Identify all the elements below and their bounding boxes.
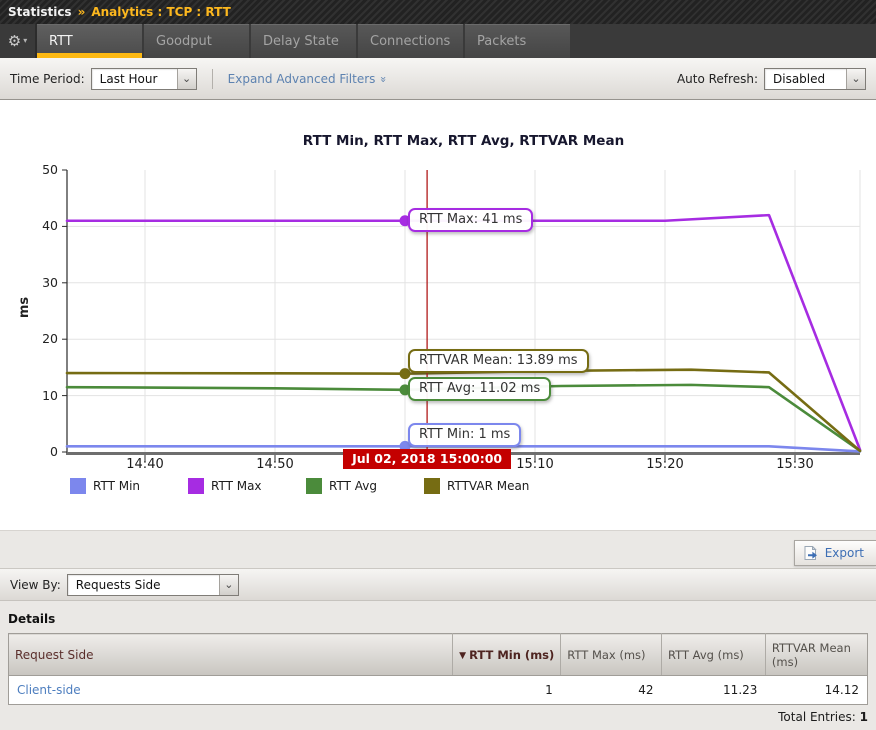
tab-goodput[interactable]: Goodput	[144, 24, 249, 58]
total-entries: Total Entries: 1	[8, 710, 868, 724]
gear-icon: ⚙	[8, 34, 21, 49]
sort-desc-icon: ▼	[459, 651, 466, 661]
auto-refresh-value: Disabled	[765, 69, 846, 89]
chart-title: RTT Min, RTT Max, RTT Avg, RTTVAR Mean	[67, 133, 860, 149]
tab-label: Connections	[370, 34, 450, 49]
cell-rtt-min: 1	[453, 676, 561, 705]
x-axis-tick-label: 15:20	[646, 457, 683, 472]
column-header-rttvar-mean[interactable]: RTTVAR Mean (ms)	[765, 634, 867, 676]
export-label: Export	[825, 546, 864, 560]
tab-label: Delay State	[263, 34, 339, 49]
tooltip-rtt-max: RTT Max: 41 ms	[408, 208, 533, 232]
tab-connections[interactable]: Connections	[358, 24, 463, 58]
expand-advanced-filters-link[interactable]: Expand Advanced Filters»	[228, 72, 387, 86]
tab-bar: ⚙ ▾ RTT Goodput Delay State Connections …	[0, 24, 876, 58]
cell-rtt-avg: 11.23	[662, 676, 766, 705]
filter-bar: Time Period: Last Hour ⌄ Expand Advanced…	[0, 58, 876, 100]
selected-datetime-badge: Jul 02, 2018 15:00:00	[343, 449, 511, 469]
view-by-select[interactable]: Requests Side ⌄	[67, 574, 239, 596]
expand-chevrons-icon: »	[377, 76, 390, 83]
view-by-label: View By:	[10, 578, 61, 592]
view-by-bar: View By: Requests Side ⌄	[0, 568, 876, 601]
breadcrumb-section[interactable]: Statistics	[8, 5, 72, 19]
breadcrumb-path: Analytics : TCP : RTT	[91, 5, 230, 19]
y-axis-tick-label: 50	[0, 162, 58, 177]
tab-delay-state[interactable]: Delay State	[251, 24, 356, 58]
tab-packets[interactable]: Packets	[465, 24, 570, 58]
column-header-rtt-max[interactable]: RTT Max (ms)	[561, 634, 662, 676]
active-tab-underline	[37, 53, 142, 58]
column-header-rtt-avg[interactable]: RTT Avg (ms)	[662, 634, 766, 676]
view-by-value: Requests Side	[68, 575, 219, 595]
legend-swatch-rtt-max	[188, 478, 204, 494]
auto-refresh-label: Auto Refresh:	[677, 72, 758, 86]
legend-item-rtt-avg: RTT Avg	[306, 478, 377, 494]
legend-item-rtt-max: RTT Max	[188, 478, 262, 494]
y-axis-label: ms	[17, 297, 32, 318]
details-heading: Details	[8, 612, 868, 626]
cell-rtt-max: 42	[561, 676, 662, 705]
total-entries-value: 1	[860, 710, 868, 724]
x-axis-tick-label: 14:50	[256, 457, 293, 472]
time-period-label: Time Period:	[10, 72, 85, 86]
select-caret-icon: ⌄	[177, 69, 196, 89]
breadcrumb-separator-icon: »	[78, 5, 86, 19]
client-side-link[interactable]: Client-side	[17, 683, 81, 697]
export-button[interactable]: Export	[794, 540, 876, 566]
column-header-rtt-min[interactable]: ▼RTT Min (ms)	[453, 634, 561, 676]
tab-rtt[interactable]: RTT	[37, 24, 142, 58]
legend-swatch-rtt-avg	[306, 478, 322, 494]
tooltip-rttvar-mean: RTTVAR Mean: 13.89 ms	[408, 349, 589, 373]
export-band: Export	[0, 531, 876, 568]
x-axis-tick-label: 15:10	[516, 457, 553, 472]
tab-label: RTT	[49, 34, 73, 49]
export-icon	[804, 546, 819, 560]
tab-label: Goodput	[156, 34, 212, 49]
tab-label: Packets	[477, 34, 526, 49]
legend-swatch-rtt-min	[70, 478, 86, 494]
select-caret-icon: ⌄	[219, 575, 238, 595]
tooltip-rtt-avg: RTT Avg: 11.02 ms	[408, 377, 551, 401]
time-period-select[interactable]: Last Hour ⌄	[91, 68, 197, 90]
legend-swatch-rttvar-mean	[424, 478, 440, 494]
details-table: Request Side ▼RTT Min (ms) RTT Max (ms) …	[8, 633, 868, 705]
y-axis-tick-label: 20	[0, 331, 58, 346]
breadcrumb: Statistics » Analytics : TCP : RTT	[0, 0, 876, 24]
x-axis-tick-label: 14:40	[126, 457, 163, 472]
settings-gear-button[interactable]: ⚙ ▾	[0, 24, 37, 58]
y-axis-tick-label: 30	[0, 275, 58, 290]
tooltip-rtt-min: RTT Min: 1 ms	[408, 423, 521, 447]
x-axis-tick-label: 15:30	[776, 457, 813, 472]
y-axis-tick-label: 0	[0, 444, 58, 459]
auto-refresh-select[interactable]: Disabled ⌄	[764, 68, 866, 90]
table-header-row: Request Side ▼RTT Min (ms) RTT Max (ms) …	[9, 634, 868, 676]
column-header-request-side[interactable]: Request Side	[9, 634, 453, 676]
filter-separator	[212, 69, 213, 89]
legend-item-rttvar-mean: RTTVAR Mean	[424, 478, 529, 494]
time-period-value: Last Hour	[92, 69, 177, 89]
y-axis-tick-label: 10	[0, 388, 58, 403]
details-section: Details Request Side ▼RTT Min (ms) RTT M…	[0, 601, 876, 724]
table-row: Client-side 1 42 11.23 14.12	[9, 676, 868, 705]
select-caret-icon: ⌄	[846, 69, 865, 89]
y-axis-tick-label: 40	[0, 218, 58, 233]
rtt-chart: RTT Min, RTT Max, RTT Avg, RTTVAR Mean m…	[0, 100, 876, 531]
legend-item-rtt-min: RTT Min	[70, 478, 140, 494]
cell-rttvar-mean: 14.12	[765, 676, 867, 705]
caret-down-icon: ▾	[23, 37, 27, 45]
